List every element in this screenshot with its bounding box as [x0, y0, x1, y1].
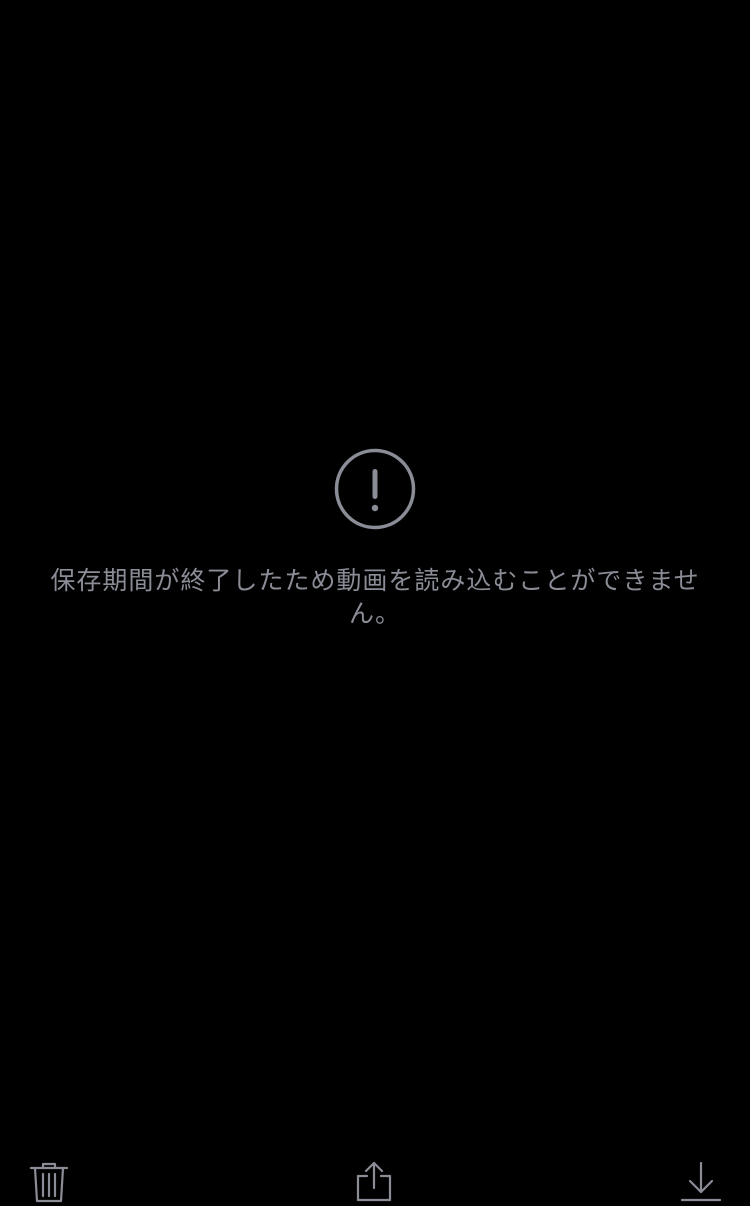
video-viewer-screen: 保存期間が終了したため動画を読み込むことができません。	[0, 0, 750, 1206]
exclamation-circle-icon	[334, 448, 416, 530]
error-state: 保存期間が終了したため動画を読み込むことができません。	[0, 448, 750, 630]
error-message: 保存期間が終了したため動画を読み込むことができません。	[50, 566, 700, 628]
download-button[interactable]	[679, 1160, 723, 1204]
share-icon	[356, 1161, 392, 1202]
delete-button[interactable]	[28, 1160, 72, 1204]
download-icon	[680, 1161, 722, 1202]
bottom-toolbar	[0, 1116, 750, 1206]
share-button[interactable]	[352, 1160, 396, 1204]
trash-icon	[29, 1162, 69, 1203]
